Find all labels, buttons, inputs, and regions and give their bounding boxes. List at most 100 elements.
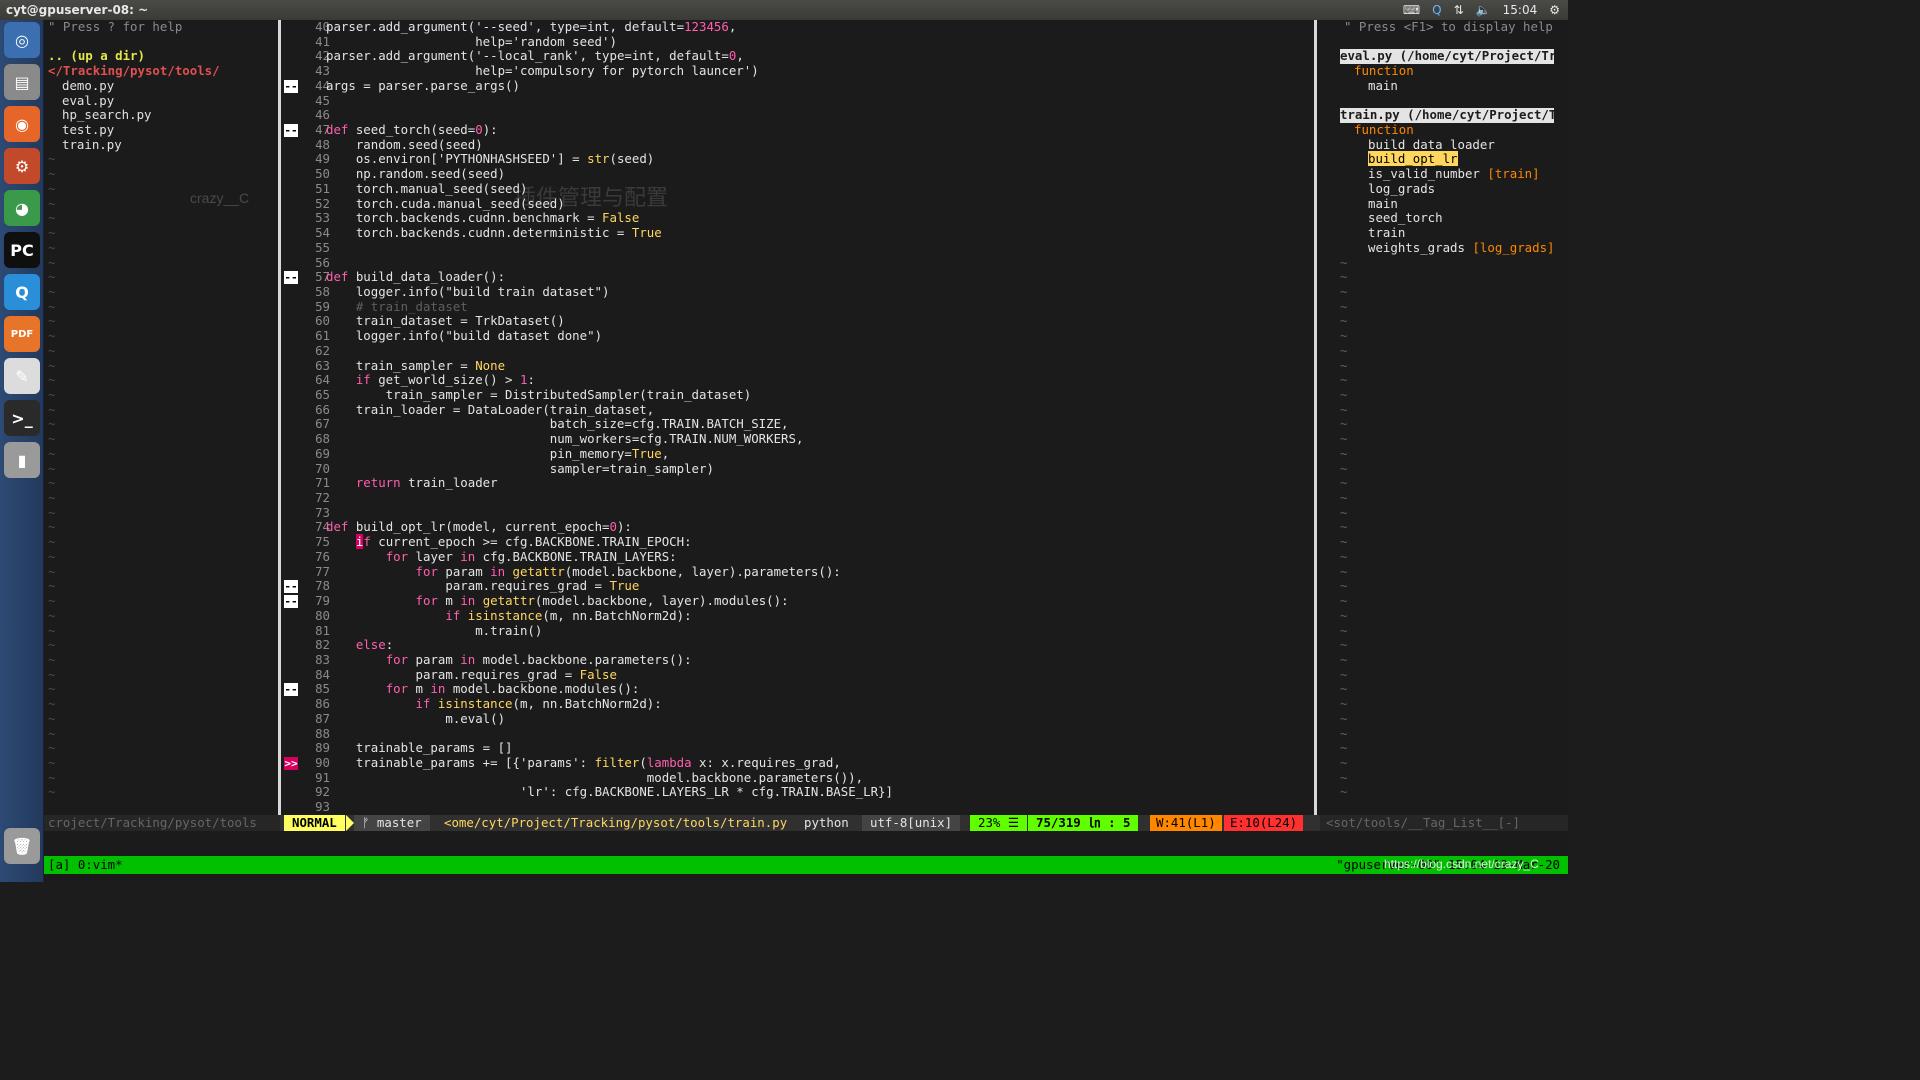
code-line[interactable]: 41 help='random seed') (284, 34, 1172, 50)
code-line[interactable]: 46 (284, 108, 1172, 123)
nerdtree-file-item[interactable]: test.py (62, 122, 114, 138)
code-line[interactable]: 58 logger.info("build train dataset") (284, 284, 1172, 300)
code-line[interactable]: -- 85 for m in model.backbone.modules(): (284, 682, 1172, 697)
code-line[interactable]: 55 (284, 240, 1172, 256)
tmux-window-list[interactable]: [a] 0:vim* (48, 856, 123, 874)
code-line[interactable]: 40 parser.add_argument('--seed', type=int… (284, 20, 1172, 35)
code-line[interactable]: 75 if current_epoch >= cfg.BACKBONE.TRAI… (284, 534, 1172, 550)
terminal-window[interactable]: 插件管理与配置 crazy__C " Press ? for help.. (u… (44, 19, 1568, 882)
tagbar-tag-item[interactable]: build_data_loader (1368, 137, 1495, 153)
code-line[interactable]: 51 torch.manual_seed(seed) (284, 181, 1172, 197)
split-divider-right[interactable] (1314, 20, 1317, 816)
code-line[interactable]: 68 num_workers=cfg.TRAIN.NUM_WORKERS, (284, 431, 1172, 447)
code-line[interactable]: 60 train_dataset = TrkDataset() (284, 314, 1172, 329)
code-line[interactable]: 81 m.train() (284, 623, 1172, 639)
tagbar-tag-item[interactable]: is_valid_number [train] (1368, 166, 1540, 182)
nerdtree-file-item[interactable]: eval.py (62, 93, 114, 109)
text-editor-icon[interactable]: ✎ (4, 358, 40, 394)
tagbar-kind-function[interactable]: function (1354, 63, 1414, 79)
code-line[interactable]: 80 if isinstance(m, nn.BatchNorm2d): (284, 608, 1172, 624)
network-icon[interactable]: ⇅ (1454, 0, 1464, 20)
nerdtree-file-item[interactable]: train.py (62, 137, 122, 153)
code-line[interactable]: -- 78 param.requires_grad = True (284, 579, 1172, 594)
keyboard-icon[interactable]: ⌨ (1403, 0, 1420, 20)
code-line[interactable]: 77 for param in getattr(model.backbone, … (284, 564, 1172, 580)
settings-icon[interactable]: ⚙ (4, 148, 40, 184)
code-editor-pane[interactable]: 40 parser.add_argument('--seed', type=int… (284, 20, 1172, 816)
code-line[interactable]: 64 if get_world_size() > 1: (284, 372, 1172, 388)
code-line[interactable]: 50 np.random.seed(seed) (284, 166, 1172, 182)
tagbar-tag-item[interactable]: main (1368, 196, 1398, 212)
code-line[interactable]: 63 train_sampler = None (284, 358, 1172, 374)
code-line[interactable]: 67 batch_size=cfg.TRAIN.BATCH_SIZE, (284, 417, 1172, 432)
code-line[interactable]: -- 79 for m in getattr(model.backbone, la… (284, 593, 1172, 609)
code-line[interactable]: 91 model.backbone.parameters()), (284, 770, 1172, 786)
volume-icon[interactable]: 🔈 (1476, 0, 1491, 20)
tagbar-pane[interactable]: " Press <F1> to display help eval.py (/ho… (1340, 19, 1568, 816)
code-line[interactable]: 42 parser.add_argument('--local_rank', ty… (284, 49, 1172, 64)
nerdtree-current-dir[interactable]: </Tracking/pysot/tools/ (48, 63, 220, 79)
tagbar-file-header[interactable]: train.py (/home/cyt/Project/T (1340, 108, 1556, 123)
code-line[interactable]: 89 trainable_params = [] (284, 741, 1172, 756)
code-line[interactable]: 83 for param in model.backbone.parameter… (284, 652, 1172, 668)
clock[interactable]: 15:04 (1503, 0, 1538, 20)
tagbar-tag-item[interactable]: weights_grads [log_grads] (1368, 240, 1555, 256)
code-line[interactable]: 59 # train_dataset (284, 299, 1172, 315)
usb-drive-icon[interactable]: ▮ (4, 442, 40, 478)
code-line[interactable]: 69 pin_memory=True, (284, 446, 1172, 462)
code-line[interactable]: 92 'lr': cfg.BACKBONE.LAYERS_LR * cfg.TR… (284, 785, 1172, 800)
firefox-icon[interactable]: ◉ (4, 106, 40, 142)
code-line[interactable]: 70 sampler=train_sampler) (284, 461, 1172, 477)
tagbar-tag-item[interactable]: build_opt_lr (1368, 151, 1458, 167)
code-line[interactable]: 88 (284, 726, 1172, 742)
pdf-icon[interactable]: PDF (4, 316, 40, 352)
tagbar-file-header[interactable]: eval.py (/home/cyt/Project/Tr (1340, 49, 1556, 65)
code-line[interactable]: -- 44 args = parser.parse_args() (284, 78, 1172, 94)
code-line[interactable]: 73 (284, 505, 1172, 521)
code-line[interactable]: 49 os.environ['PYTHONHASHSEED'] = str(se… (284, 152, 1172, 167)
chrome-icon[interactable]: ◕ (4, 190, 40, 226)
code-line[interactable]: 61 logger.info("build dataset done") (284, 328, 1172, 344)
code-line[interactable]: 65 train_sampler = DistributedSampler(tr… (284, 387, 1172, 403)
code-line[interactable]: 54 torch.backends.cudnn.deterministic = … (284, 225, 1172, 241)
ubuntu-dash-icon[interactable]: ◎ (4, 22, 40, 58)
code-line[interactable]: >> 90 trainable_params += [{'params': fil… (284, 755, 1172, 771)
qq-icon[interactable]: Q (4, 274, 40, 310)
code-text: train_loader = DataLoader(train_dataset, (326, 401, 655, 417)
split-divider-left[interactable] (278, 20, 281, 816)
tagbar-tag-item[interactable]: main (1368, 78, 1398, 94)
pycharm-icon[interactable]: PC (4, 232, 40, 268)
code-line[interactable]: 72 (284, 490, 1172, 506)
nerdtree-up-dir[interactable]: .. (up a dir) (48, 49, 145, 64)
code-line[interactable]: 71 return train_loader (284, 475, 1172, 491)
files-icon[interactable]: ▤ (4, 64, 40, 100)
code-line[interactable]: 48 random.seed(seed) (284, 137, 1172, 153)
tagbar-tag-item[interactable]: train (1368, 225, 1405, 241)
code-line[interactable]: 82 else: (284, 637, 1172, 653)
code-line[interactable]: -- 57 def build_data_loader(): (284, 269, 1172, 285)
code-line[interactable]: 84 param.requires_grad = False (284, 667, 1172, 683)
trash-icon[interactable]: 🗑 (4, 828, 40, 864)
qq-icon[interactable]: Q (1432, 0, 1441, 20)
code-line[interactable]: 45 (284, 93, 1172, 109)
code-line[interactable]: 53 torch.backends.cudnn.benchmark = Fals… (284, 211, 1172, 226)
code-line[interactable]: -- 47 def seed_torch(seed=0): (284, 122, 1172, 138)
terminal-icon[interactable]: >_ (4, 400, 40, 436)
code-line[interactable]: 93 (284, 799, 1172, 815)
code-line[interactable]: 86 if isinstance(m, nn.BatchNorm2d): (284, 696, 1172, 712)
tagbar-kind-function[interactable]: function (1354, 122, 1414, 138)
tagbar-tag-item[interactable]: log_grads (1368, 181, 1435, 197)
code-line[interactable]: 43 help='compulsory for pytorch launcer'… (284, 63, 1172, 79)
gear-icon[interactable]: ⚙ (1549, 0, 1560, 20)
code-line[interactable]: 87 m.eval() (284, 711, 1172, 727)
tagbar-tag-item[interactable]: seed_torch (1368, 211, 1443, 226)
code-line[interactable]: 52 torch.cuda.manual_seed(seed) (284, 196, 1172, 212)
nerdtree-file-item[interactable]: demo.py (62, 78, 114, 94)
nerdtree-file-item[interactable]: hp_search.py (62, 108, 152, 123)
code-line[interactable]: 62 (284, 343, 1172, 359)
code-line[interactable]: 66 train_loader = DataLoader(train_datas… (284, 401, 1172, 418)
code-line[interactable]: 76 for layer in cfg.BACKBONE.TRAIN_LAYER… (284, 549, 1172, 565)
nerdtree-pane[interactable]: " Press ? for help .. (up a dir) </Trackin… (44, 19, 279, 816)
code-line[interactable]: 56 (284, 255, 1172, 271)
code-line[interactable]: 74 def build_opt_lr(model, current_epoch=… (284, 520, 1172, 535)
